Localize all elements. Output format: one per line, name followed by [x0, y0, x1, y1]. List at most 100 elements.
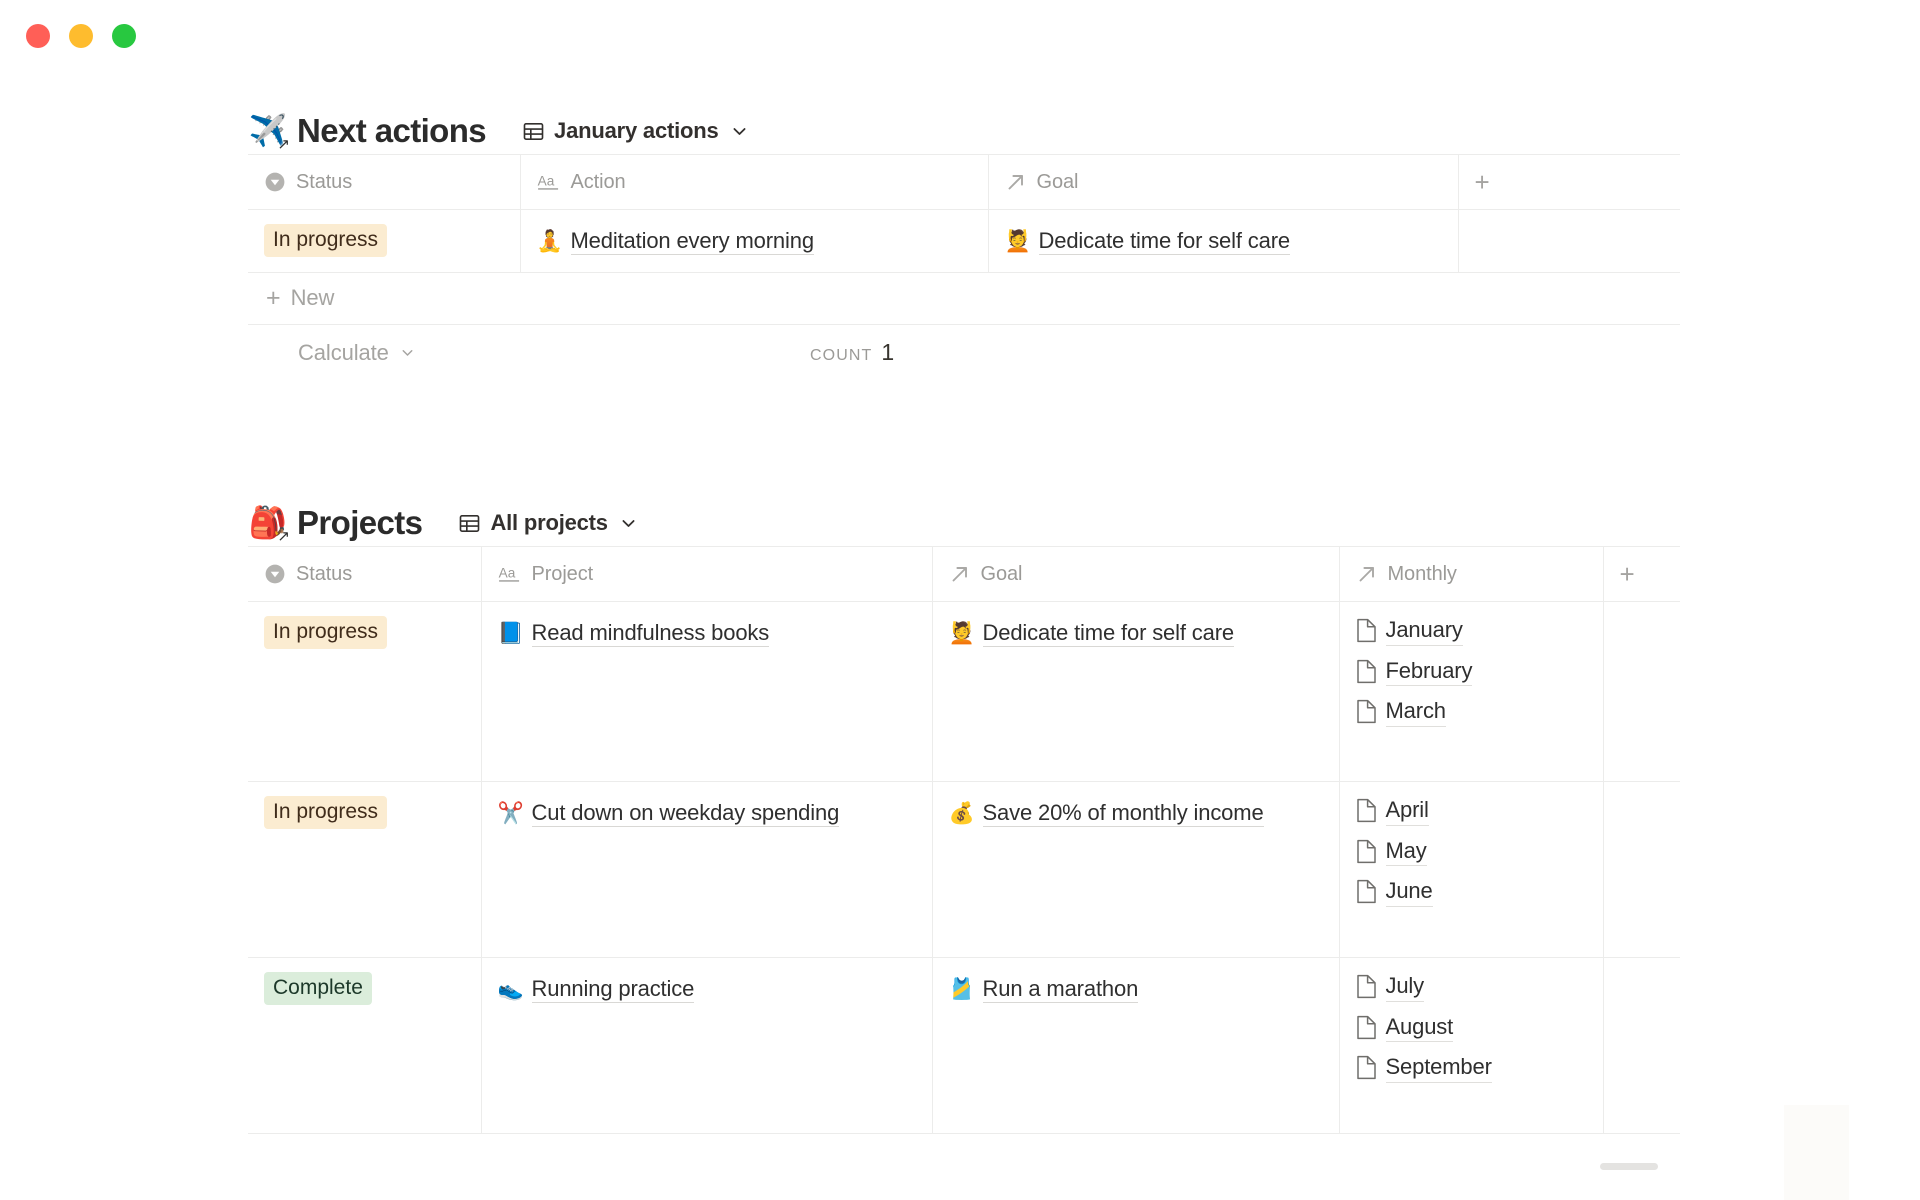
status-badge: Complete — [264, 972, 372, 1006]
cell-project[interactable]: ✂️ Cut down on weekday spending — [481, 781, 933, 958]
next-actions-title[interactable]: Next actions — [297, 112, 487, 150]
monthly-relation-label: February — [1385, 657, 1472, 686]
page-icon — [1356, 699, 1377, 724]
goal-page-link[interactable]: 💰 Save 20% of monthly income — [949, 796, 1325, 830]
add-column-button[interactable]: + — [1458, 154, 1680, 210]
monthly-relation-label: August — [1385, 1013, 1453, 1042]
column-header-status[interactable]: Status — [248, 154, 521, 210]
cell-project[interactable]: 👟 Running practice — [481, 957, 933, 1134]
next-actions-database-block: ✈️ ↗ Next actions January actions Status… — [248, 108, 1680, 381]
calculate-label: Calculate — [298, 339, 389, 365]
count-value: 1 — [881, 339, 895, 365]
monthly-relation-label: May — [1385, 837, 1427, 866]
plus-icon: + — [1619, 559, 1635, 589]
horizontal-scrollbar[interactable] — [1600, 1163, 1658, 1170]
running-shoe-emoji: 👟 — [497, 977, 524, 1001]
project-page-link[interactable]: 📘 Read mindfulness books — [498, 616, 918, 650]
projects-title-row: 🎒 ↗ Projects All projects — [248, 500, 1680, 546]
goal-page-link[interactable]: 🎽 Run a marathon — [949, 972, 1325, 1006]
cell-monthly[interactable]: April May June — [1339, 781, 1604, 958]
page-icon — [1356, 798, 1377, 823]
cell-status[interactable]: Complete — [248, 957, 482, 1134]
floating-panel-edge — [1784, 1105, 1849, 1200]
cell-empty — [1603, 957, 1680, 1134]
status-icon — [264, 563, 286, 585]
column-header-goal[interactable]: Goal — [932, 546, 1340, 602]
monthly-relation-item[interactable]: July — [1356, 972, 1589, 1002]
cell-project[interactable]: 📘 Read mindfulness books — [481, 601, 933, 782]
relation-icon — [949, 563, 971, 585]
column-header-monthly-label: Monthly — [1387, 562, 1457, 585]
column-header-status[interactable]: Status — [248, 546, 482, 602]
monthly-relation-item[interactable]: August — [1356, 1013, 1589, 1042]
face-massage-emoji: 💆 — [948, 621, 975, 645]
goal-page-link[interactable]: 💆 Dedicate time for self care — [949, 616, 1325, 650]
project-page-link[interactable]: 👟 Running practice — [498, 972, 918, 1006]
projects-view-selector[interactable]: All projects — [454, 508, 640, 538]
money-bag-emoji: 💰 — [948, 801, 975, 825]
monthly-relation-label: July — [1385, 972, 1424, 1002]
airplane-emoji: ✈️ ↗ — [248, 112, 290, 153]
monthly-relation-item[interactable]: May — [1356, 837, 1589, 866]
chevron-down-icon — [617, 515, 637, 532]
projects-table: Status Aa Project Goal Monthly + In prog… — [248, 546, 1680, 1134]
relation-icon — [1356, 563, 1378, 585]
project-title: Read mindfulness books — [531, 620, 770, 647]
cell-monthly[interactable]: January February March — [1339, 601, 1604, 782]
monthly-relation-label: January — [1385, 616, 1463, 646]
table-row[interactable]: In progress 📘 Read mindfulness books 💆 Ded… — [248, 601, 1680, 782]
action-page-link[interactable]: 🧘 Meditation every morning — [537, 224, 974, 258]
count-label: COUNT — [810, 347, 873, 364]
column-header-project[interactable]: Aa Project — [481, 546, 933, 602]
cell-status[interactable]: In progress — [248, 781, 482, 958]
column-header-action[interactable]: Aa Action — [520, 154, 989, 210]
page-icon — [1356, 1015, 1377, 1040]
relation-icon — [1005, 171, 1027, 193]
title-icon: Aa — [537, 172, 561, 192]
calculate-action-count[interactable]: COUNT 1 — [810, 339, 894, 366]
plus-icon: + — [266, 283, 281, 312]
monthly-relation-item[interactable]: April — [1356, 796, 1589, 826]
project-page-link[interactable]: ✂️ Cut down on weekday spending — [498, 796, 918, 830]
table-row[interactable]: In progress ✂️ Cut down on weekday spendi… — [248, 781, 1680, 958]
column-header-project-label: Project — [531, 562, 594, 585]
project-title: Running practice — [531, 976, 695, 1003]
person-meditating-emoji: 🧘 — [536, 229, 563, 253]
projects-view-name: All projects — [490, 510, 608, 535]
cell-monthly[interactable]: July August September — [1339, 957, 1604, 1134]
cell-action[interactable]: 🧘 Meditation every morning — [520, 209, 989, 273]
monthly-relation-item[interactable]: September — [1356, 1053, 1589, 1083]
new-row-button[interactable]: + New — [248, 273, 1680, 325]
cell-goal[interactable]: 🎽 Run a marathon — [932, 957, 1340, 1134]
cell-goal[interactable]: 💆 Dedicate time for self care — [932, 601, 1340, 782]
svg-text:Aa: Aa — [498, 566, 515, 581]
monthly-relation-item[interactable]: January — [1356, 616, 1589, 646]
calculate-status-button[interactable]: Calculate — [248, 340, 520, 366]
add-column-button[interactable]: + — [1603, 546, 1680, 602]
goal-page-link[interactable]: 💆 Dedicate time for self care — [1005, 224, 1444, 258]
table-row[interactable]: In progress 🧘 Meditation every morning 💆 D… — [248, 209, 1680, 273]
column-header-goal[interactable]: Goal — [988, 154, 1459, 210]
table-row[interactable]: Complete 👟 Running practice 🎽 Run a marath… — [248, 957, 1680, 1134]
cell-status[interactable]: In progress — [248, 601, 482, 782]
monthly-relation-item[interactable]: March — [1356, 697, 1589, 727]
page-content: ✈️ ↗ Next actions January actions Status… — [0, 0, 1920, 1200]
column-header-status-label: Status — [296, 170, 353, 193]
next-actions-title-row: ✈️ ↗ Next actions January actions — [248, 108, 1680, 154]
projects-title[interactable]: Projects — [297, 504, 423, 542]
next-actions-view-selector[interactable]: January actions — [518, 116, 752, 146]
monthly-relation-item[interactable]: June — [1356, 877, 1589, 907]
cell-goal[interactable]: 💆 Dedicate time for self care — [988, 209, 1459, 273]
cell-empty — [1458, 209, 1680, 273]
monthly-relation-label: March — [1385, 697, 1446, 727]
title-icon: Aa — [498, 564, 522, 584]
project-title: Cut down on weekday spending — [531, 800, 840, 827]
cell-empty — [1603, 601, 1680, 782]
cell-status[interactable]: In progress — [248, 209, 521, 273]
chevron-down-icon — [396, 344, 416, 361]
cell-goal[interactable]: 💰 Save 20% of monthly income — [932, 781, 1340, 958]
page-icon — [1356, 618, 1377, 643]
page-icon — [1356, 879, 1377, 904]
monthly-relation-item[interactable]: February — [1356, 657, 1589, 686]
column-header-monthly[interactable]: Monthly — [1339, 546, 1604, 602]
